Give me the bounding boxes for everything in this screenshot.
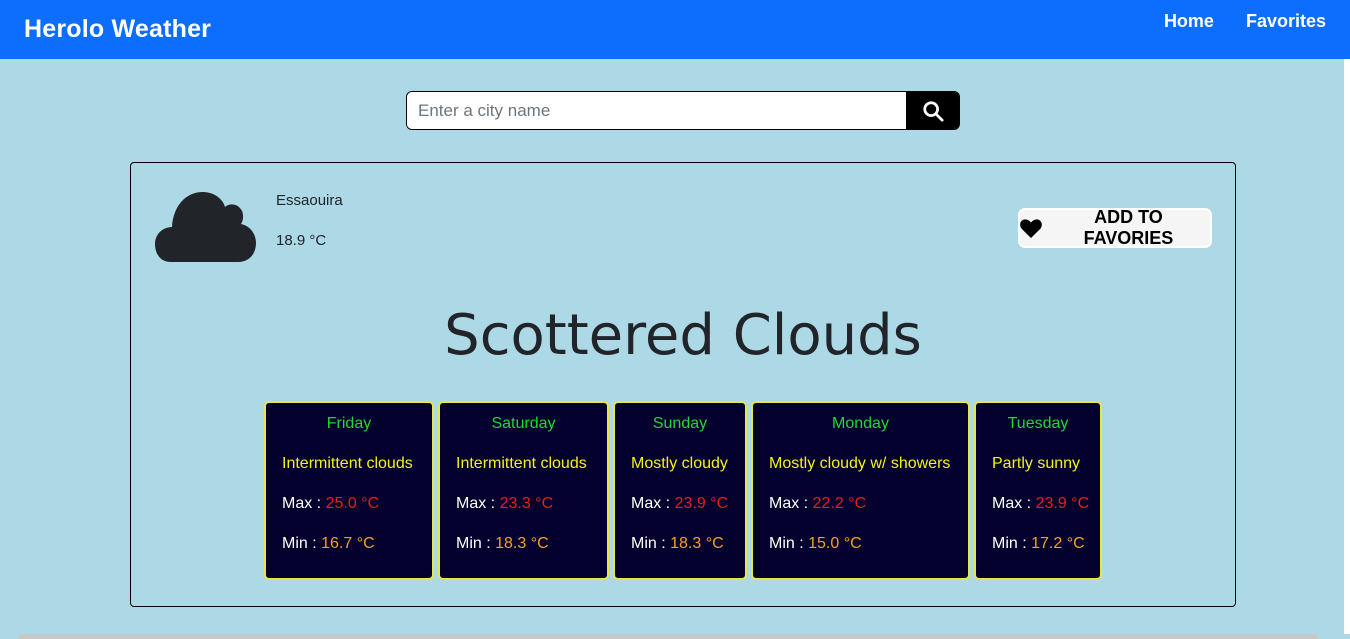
forecast-max: Max : 23.9 °C: [631, 495, 728, 513]
search-button[interactable]: [906, 92, 959, 129]
forecast-card-tuesday: Tuesday Partly sunny Max : 23.9 °C Min :…: [974, 401, 1102, 580]
min-label: Min :: [769, 535, 804, 552]
forecast-day: Monday: [832, 415, 889, 432]
brand-title[interactable]: Herolo Weather: [24, 15, 211, 44]
max-label: Max :: [456, 495, 496, 512]
city-name: Essaouira: [276, 192, 343, 209]
max-label: Max :: [631, 495, 671, 512]
min-value: 16.7 °C: [321, 535, 375, 552]
forecast-day: Friday: [326, 415, 372, 432]
min-label: Min :: [631, 535, 666, 552]
current-temperature: 18.9 °C: [276, 232, 327, 249]
forecast-condition: Mostly cloudy: [631, 455, 728, 472]
forecast-card-sunday: Sunday Mostly cloudy Max : 23.9 °C Min :…: [613, 401, 747, 580]
weather-headline: Scottered Clouds: [444, 303, 922, 368]
search-input[interactable]: [407, 92, 906, 129]
vertical-scrollbar[interactable]: [1344, 59, 1350, 634]
forecast-card-friday: Friday Intermittent clouds Max : 25.0 °C…: [264, 401, 434, 580]
add-to-favorites-label: ADD TO FAVORIES: [1083, 207, 1174, 248]
forecast-min: Min : 18.3 °C: [631, 535, 724, 553]
forecast-card-saturday: Saturday Intermittent clouds Max : 23.3 …: [438, 401, 609, 580]
min-label: Min :: [282, 535, 317, 552]
max-value: 23.9 °C: [674, 495, 729, 512]
forecast-min: Min : 17.2 °C: [992, 535, 1085, 553]
min-value: 18.3 °C: [495, 535, 549, 552]
forecast-day: Sunday: [652, 415, 708, 432]
min-value: 15.0 °C: [808, 535, 862, 552]
forecast-condition: Partly sunny: [992, 455, 1081, 472]
forecast-day: Saturday: [491, 415, 556, 432]
max-value: 25.0 °C: [325, 495, 380, 512]
max-label: Max :: [282, 495, 322, 512]
max-label: Max :: [769, 495, 809, 512]
max-value: 23.9 °C: [1035, 495, 1090, 512]
nav-link-favorites[interactable]: Favorites: [1246, 11, 1326, 32]
min-label: Min :: [456, 535, 491, 552]
cloud-icon: [155, 192, 256, 262]
min-value: 18.3 °C: [670, 535, 724, 552]
max-value: 23.3 °C: [499, 495, 554, 512]
max-value: 22.2 °C: [812, 495, 867, 512]
min-value: 17.2 °C: [1031, 535, 1085, 552]
search-bar: [406, 91, 960, 130]
forecast-condition: Mostly cloudy w/ showers: [769, 455, 951, 472]
nav-link-home[interactable]: Home: [1164, 11, 1214, 32]
forecast-min: Min : 15.0 °C: [769, 535, 862, 553]
heart-icon: [1020, 218, 1042, 238]
max-label: Max :: [992, 495, 1032, 512]
forecast-min: Min : 16.7 °C: [282, 535, 375, 553]
add-to-favorites-button[interactable]: ADD TO FAVORIES: [1018, 207, 1212, 248]
forecast-condition: Intermittent clouds: [282, 455, 413, 472]
navbar: Herolo Weather Home Favorites: [0, 0, 1350, 59]
forecast-max: Max : 22.2 °C: [769, 495, 866, 513]
forecast-max: Max : 25.0 °C: [282, 495, 379, 513]
nav-links: Home Favorites: [1164, 11, 1326, 32]
weather-card: Essaouira 18.9 °C ADD TO FAVORIES Scotte…: [130, 162, 1236, 607]
forecast-day: Tuesday: [1007, 415, 1069, 432]
forecast-condition: Intermittent clouds: [456, 455, 587, 472]
min-label: Min :: [992, 535, 1027, 552]
search-icon: [922, 100, 944, 122]
forecast-card-monday: Monday Mostly cloudy w/ showers Max : 22…: [751, 401, 970, 580]
forecast-list: Friday Intermittent clouds Max : 25.0 °C…: [131, 401, 1235, 581]
forecast-min: Min : 18.3 °C: [456, 535, 549, 553]
horizontal-scrollbar[interactable]: [18, 634, 1318, 639]
forecast-max: Max : 23.9 °C: [992, 495, 1089, 513]
forecast-max: Max : 23.3 °C: [456, 495, 553, 513]
